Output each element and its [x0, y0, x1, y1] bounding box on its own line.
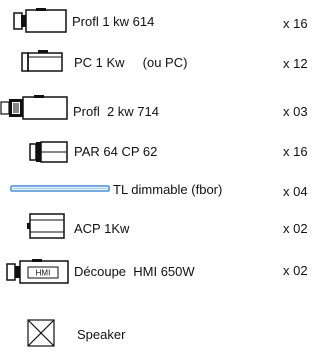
hmi-badge-text: HMI [36, 269, 51, 278]
legend-row-par64: PAR 64 CP 62 x 16 [0, 138, 318, 168]
par-can-icon [29, 141, 68, 163]
pc-fresnel-icon [21, 50, 63, 72]
legend-row-tl-dimmable: TL dimmable (fbor) x 04 [0, 180, 318, 210]
profile-spot-large-icon [0, 95, 68, 120]
legend-row-profile-1kw: Profl 1 kw 614 x 16 [0, 7, 318, 37]
fluorescent-tube-icon [10, 185, 110, 192]
speaker-icon [27, 319, 55, 347]
legend-label: PAR 64 CP 62 [74, 144, 158, 159]
profile-spot-icon [13, 8, 67, 33]
legend-quantity: x 03 [283, 104, 308, 119]
legend-label: PC 1 Kw (ou PC) [74, 55, 188, 70]
legend-label: Speaker [77, 327, 126, 342]
legend-quantity: x 04 [283, 184, 308, 199]
acp-floodlight-icon [27, 213, 65, 239]
legend-label: Profl 1 kw 614 [72, 14, 155, 29]
legend-quantity: x 16 [283, 16, 308, 31]
legend-row-pc-1kw: PC 1 Kw (ou PC) x 12 [0, 48, 318, 78]
legend-row-profile-2kw: Profl 2 kw 714 x 03 [0, 94, 318, 124]
lighting-legend: Profl 1 kw 614 x 16 PC 1 Kw (ou PC) x 12… [0, 0, 318, 356]
legend-row-decoupe-hmi: HMI Découpe HMI 650W x 02 [0, 258, 318, 288]
legend-quantity: x 16 [283, 144, 308, 159]
legend-row-speaker: Speaker [0, 318, 318, 348]
legend-label: Profl 2 kw 714 [73, 104, 159, 119]
legend-quantity: x 02 [283, 263, 308, 278]
hmi-followspot-icon: HMI [6, 259, 69, 284]
legend-label: ACP 1Kw [74, 221, 130, 236]
legend-label: Découpe HMI 650W [74, 264, 195, 279]
legend-quantity: x 02 [283, 221, 308, 236]
legend-quantity: x 12 [283, 56, 308, 71]
legend-row-acp-1kw: ACP 1Kw x 02 [0, 210, 318, 240]
legend-label: TL dimmable (fbor) [113, 182, 223, 197]
